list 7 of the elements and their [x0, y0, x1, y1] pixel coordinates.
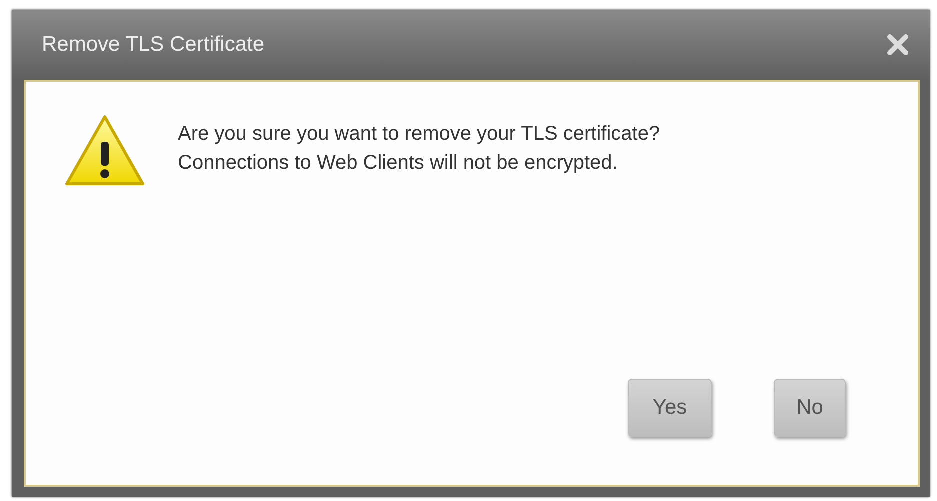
message-text: Are you sure you want to remove your TLS certificate? [178, 122, 660, 147]
close-button[interactable] [886, 33, 910, 57]
no-button[interactable]: No [774, 379, 846, 437]
yes-button[interactable]: Yes [628, 379, 712, 437]
warning-icon [64, 114, 146, 188]
window-title: Remove TLS Certificate [42, 33, 265, 57]
message-text: Connections to Web Clients will not be encrypted. [178, 151, 619, 176]
